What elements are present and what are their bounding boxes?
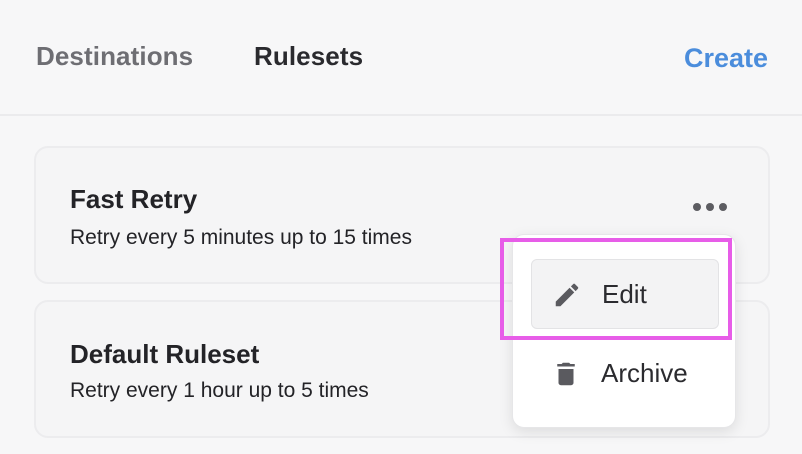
ellipsis-icon-dot <box>706 203 714 211</box>
ruleset-name: Fast Retry <box>70 184 198 214</box>
ruleset-description: Retry every 1 hour up to 5 times <box>70 379 369 402</box>
trash-icon <box>557 362 575 386</box>
ruleset-description: Retry every 5 minutes up to 15 times <box>70 226 412 249</box>
pencil-icon <box>555 283 579 307</box>
actions-menu: Edit Archive <box>512 234 736 428</box>
header: Destinations Rulesets Create <box>0 0 802 116</box>
tab-rulesets[interactable]: Rulesets <box>254 40 363 72</box>
create-button[interactable]: Create <box>684 42 768 74</box>
tab-destinations[interactable]: Destinations <box>36 40 193 72</box>
ellipsis-icon-dot <box>719 203 727 211</box>
menu-item-archive[interactable]: Archive <box>531 339 719 409</box>
rulesets-page: Destinations Rulesets Create Fast Retry … <box>0 0 802 454</box>
ruleset-name: Default Ruleset <box>70 339 260 369</box>
menu-item-label: Edit <box>602 279 647 309</box>
ellipsis-icon-dot <box>693 203 701 211</box>
menu-item-label: Archive <box>601 358 688 388</box>
more-options-button[interactable] <box>690 200 730 214</box>
menu-item-edit[interactable]: Edit <box>531 259 719 329</box>
